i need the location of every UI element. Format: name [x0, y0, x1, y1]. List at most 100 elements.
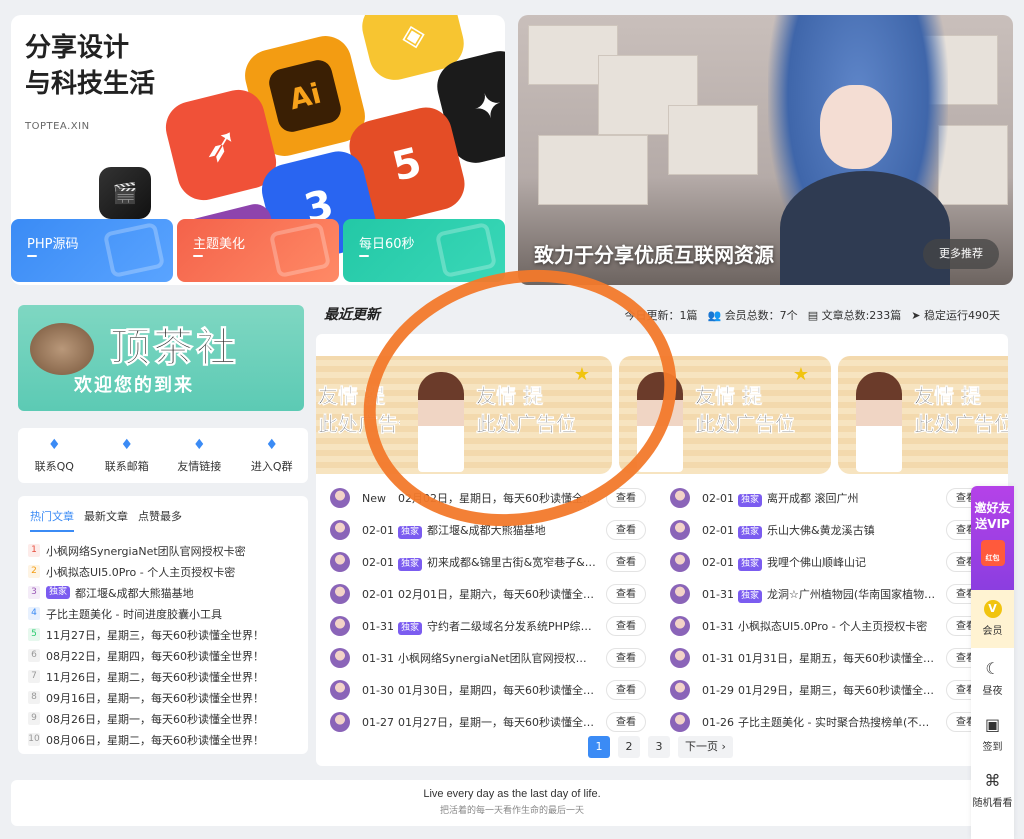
document-icon: [434, 221, 498, 279]
random-view-button[interactable]: ⌘ 随机看看: [971, 760, 1014, 816]
contact-qq[interactable]: ♦ 联系QQ: [18, 428, 91, 483]
article-row[interactable]: 02-01 02月01日，星期六，每天60秒读懂全世界！ 查看: [316, 578, 652, 610]
ad-line2: 此处广告位: [914, 412, 1008, 437]
contact-email[interactable]: ♦ 联系邮箱: [91, 428, 164, 483]
view-button[interactable]: 查看: [606, 712, 646, 732]
hot-article-item[interactable]: 8 09月16日，星期一，每天60秒读懂全世界！: [28, 687, 298, 708]
paper-deco: [668, 105, 758, 175]
view-button[interactable]: 查看: [606, 648, 646, 668]
article-title-text: 守约者二级域名分发系统PHP综合版: [427, 619, 596, 633]
article-row[interactable]: 02-01 独家初来成都&锦里古街&宽窄巷子&春熙路查看: [316, 546, 652, 578]
article-date: 01-31: [702, 587, 734, 601]
article-date: 02-01: [362, 555, 394, 569]
view-button[interactable]: 查看: [606, 680, 646, 700]
recent-updates-panel: ★友情 提此处广告位★友情 提此处广告位★友情 提此处广告位★友情 提此处广告位…: [316, 334, 1008, 766]
article-row[interactable]: 01-29 01月29日，星期三，每天60秒读懂全世界！ 查看: [656, 674, 992, 706]
author-avatar: [330, 552, 350, 572]
category-underline: [27, 255, 37, 257]
author-avatar: [670, 712, 690, 732]
footer: Live every day as the last day of life. …: [11, 780, 1013, 826]
category-theme[interactable]: 主题美化: [177, 219, 339, 282]
hot-article-item[interactable]: 10 08月06日，星期二，每天60秒读懂全世界！: [28, 729, 298, 750]
article-title-text: 初来成都&锦里古街&宽窄巷子&春熙路: [427, 555, 596, 569]
page-2-button[interactable]: 2: [618, 736, 640, 758]
ad-text: 友情 提此处广告位: [695, 382, 796, 438]
article-row[interactable]: 01-26 子比主题美化 - 实时聚合热搜榜单(不限字数) 查看: [656, 706, 992, 738]
article-row[interactable]: 01-31 独家 守约者二级域名分发系统PHP综合版 查看: [316, 610, 652, 642]
exclusive-tag: 独家: [398, 525, 423, 539]
random-view-label: 随机看看: [972, 798, 1013, 809]
more-recommend-button[interactable]: 更多推荐: [923, 239, 999, 269]
sign-in-label: 签到: [982, 742, 1003, 753]
view-button[interactable]: 查看: [606, 520, 646, 540]
html5-icon-label: 5: [387, 139, 427, 191]
article-row[interactable]: 01-30 01月30日，星期四，每天60秒读懂全世界！ 查看: [316, 674, 652, 706]
toggle-label: 昼夜: [982, 686, 1003, 697]
red-packet-icon: 红包: [980, 540, 1005, 566]
contact-qq-group[interactable]: ♦ 进入Q群: [236, 428, 309, 483]
article-title: 独家 守约者二级域名分发系统PHP综合版: [398, 618, 596, 635]
category-label: 主题美化: [193, 237, 246, 252]
article-date: 01-31: [362, 651, 394, 665]
hot-article-item[interactable]: 3 独家 都江堰&成都大熊猫基地: [28, 582, 298, 603]
article-row[interactable]: 02-01 独家 乐山大佛&黄龙溪古镇 查看: [656, 514, 992, 546]
ad-text: 友情 提此处广告位: [476, 382, 577, 438]
hot-article-item[interactable]: 2 小枫拟态UI5.0Pro - 个人主页授权卡密: [28, 561, 298, 582]
hero-banner[interactable]: 致力于分享优质互联网资源 更多推荐: [518, 15, 1013, 285]
category-php-source[interactable]: PHP源码: [11, 219, 173, 282]
article-row[interactable]: 01-31 独家 龙洞☆广州植物园(华南国家植物园) 查看: [656, 578, 992, 610]
fox-icon: ♦: [120, 436, 134, 453]
pagination: 1 2 3 下一页 ›: [588, 736, 733, 758]
contact-friend-links[interactable]: ♦ 友情链接: [163, 428, 236, 483]
star-icon: ★: [792, 364, 809, 385]
stat-uptime: ➤ 稳定运行490天: [911, 309, 1000, 322]
article-title: 独家 离开成都 滚回广州: [738, 490, 936, 507]
vip-button[interactable]: V 会员: [971, 590, 1014, 648]
welcome-banner[interactable]: 顶茶社 欢迎您的到来: [18, 305, 304, 411]
category-label: PHP源码: [27, 237, 79, 252]
view-button[interactable]: 查看: [606, 488, 646, 508]
tab-hot[interactable]: 热门文章: [30, 508, 74, 532]
article-row[interactable]: 01-27 01月27日，星期一，每天60秒读懂全世界！ 查看: [316, 706, 652, 738]
article-title-text: 01月30日，星期四，每天60秒读懂全世界！: [398, 684, 596, 697]
hot-article-item[interactable]: 4 子比主题美化 - 时间进度胶囊小工具: [28, 603, 298, 624]
page-3-button[interactable]: 3: [648, 736, 670, 758]
article-row[interactable]: 02-01 独家 我哩个佛山顺峰山记 查看: [656, 546, 992, 578]
article-row[interactable]: 01-31 小枫网络SynergiaNet团队官网授权卡密 查看: [316, 642, 652, 674]
hot-article-title: 子比主题美化 - 时间进度胶囊小工具: [46, 607, 222, 621]
tab-most-liked[interactable]: 点赞最多: [138, 508, 182, 532]
contact-links: ♦ 联系QQ ♦ 联系邮箱 ♦ 友情链接 ♦ 进入Q群: [18, 428, 308, 483]
article-row[interactable]: 01-31 01月31日，星期五，每天60秒读懂全世界！ 查看: [656, 642, 992, 674]
chart-icon: [102, 221, 166, 279]
article-row[interactable]: 01-31 小枫拟态UI5.0Pro - 个人主页授权卡密 查看: [656, 610, 992, 642]
sign-in-button[interactable]: ▣ 签到: [971, 704, 1014, 760]
next-page-button[interactable]: 下一页 ›: [678, 736, 733, 758]
article-row[interactable]: New 02月02日，星期日，每天60秒读懂全世界！ 查看: [316, 482, 652, 514]
page-1-button[interactable]: 1: [588, 736, 610, 758]
view-button[interactable]: 查看: [606, 584, 646, 604]
exclusive-tag: 独家: [738, 589, 763, 603]
hot-article-title: 都江堰&成都大熊猫基地: [75, 586, 194, 600]
hot-article-item[interactable]: 7 11月26日，星期二，每天60秒读懂全世界！: [28, 666, 298, 687]
hot-article-item[interactable]: 9 08月26日，星期一，每天60秒读懂全世界！: [28, 708, 298, 729]
author-avatar: [330, 648, 350, 668]
site-domain: TOPTEA.XIN: [25, 121, 90, 132]
view-button[interactable]: 查看: [606, 552, 646, 572]
ad-banner[interactable]: ★友情 提此处广告位: [400, 356, 612, 474]
article-row[interactable]: 02-01 独家 离开成都 滚回广州 查看: [656, 482, 992, 514]
ad-banner[interactable]: ★友情 提此处广告位: [838, 356, 1008, 474]
hot-article-item[interactable]: 1 小枫网络SynergiaNet团队官网授权卡密: [28, 540, 298, 561]
character-face: [820, 85, 892, 169]
category-daily-60s[interactable]: 每日60秒: [343, 219, 505, 282]
ad-banner[interactable]: ★友情 提此处广告位: [619, 356, 831, 474]
view-button[interactable]: 查看: [606, 616, 646, 636]
stat-uptime-text: 稳定运行490天: [924, 309, 1000, 322]
article-row[interactable]: 02-01 独家 都江堰&成都大熊猫基地 查看: [316, 514, 652, 546]
ad-line1: 友情 提: [914, 384, 981, 409]
hot-article-item[interactable]: 5 11月27日，星期三，每天60秒读懂全世界！: [28, 624, 298, 645]
hot-article-item[interactable]: 6 08月22日，星期四，每天60秒读懂全世界！: [28, 645, 298, 666]
invite-vip-button[interactable]: 邀好友送VIP 红包: [971, 486, 1014, 590]
tab-latest[interactable]: 最新文章: [84, 508, 128, 532]
day-night-toggle[interactable]: ☾ 昼夜: [971, 648, 1014, 704]
exclusive-tag: 独家: [738, 493, 763, 507]
